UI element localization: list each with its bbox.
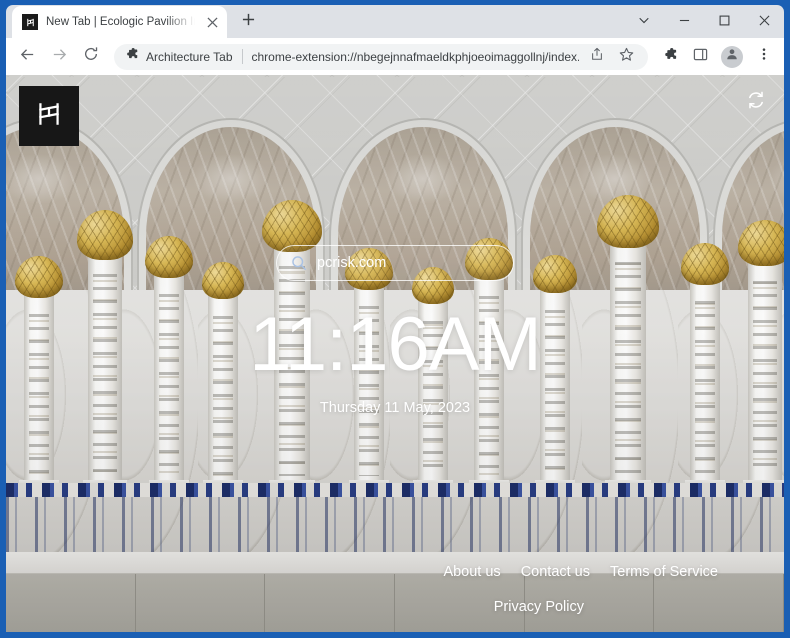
column-gold-capital [681, 243, 729, 285]
browser-window: New Tab | Ecologic Pavilion In Al... [0, 0, 790, 638]
search-icon [291, 255, 307, 271]
floor-panel [135, 574, 266, 632]
clock-time: 11:16AM [249, 302, 542, 387]
person-avatar-icon [725, 47, 739, 66]
footer-link-about-us[interactable]: About us [443, 564, 500, 580]
footer-link-privacy-policy[interactable]: Privacy Policy [494, 599, 584, 615]
background-mosaic-band [6, 483, 784, 497]
column-gold-capital [202, 262, 244, 299]
footer-link-terms-of-service[interactable]: Terms of Service [610, 564, 718, 580]
floor-panel [654, 574, 784, 632]
browser-toolbar: Architecture Tab chrome-extension://nbeg… [6, 38, 784, 75]
maximize-button[interactable] [704, 6, 744, 38]
plus-icon [242, 13, 255, 31]
share-button[interactable] [586, 46, 608, 68]
maximize-icon [719, 13, 730, 31]
column-gold-capital [597, 195, 659, 248]
tab-search-button[interactable] [624, 6, 664, 38]
three-dots-vertical-icon [757, 47, 771, 66]
bookmark-button[interactable] [615, 46, 637, 68]
back-button[interactable] [12, 42, 42, 72]
column-gold-capital [533, 255, 577, 293]
refresh-icon [746, 90, 766, 115]
arrow-left-icon [19, 46, 36, 68]
minimize-icon [679, 13, 690, 31]
arrow-right-icon [51, 46, 68, 68]
column-gold-capital [77, 210, 133, 260]
url-text: chrome-extension://nbegejnnafmaeldkphjoe… [251, 49, 580, 64]
close-window-button[interactable] [744, 6, 784, 38]
minimize-button[interactable] [664, 6, 704, 38]
architecture-tab-logo[interactable] [19, 86, 79, 146]
extension-chip[interactable]: Architecture Tab [125, 47, 233, 66]
footer-link-contact-us[interactable]: Contact us [521, 564, 590, 580]
column-gold-capital [145, 236, 193, 278]
floor-panel [6, 574, 136, 632]
search-input-value[interactable]: pcrisk.com [317, 255, 386, 271]
reload-icon [83, 46, 99, 67]
background-floor-inlay [6, 497, 784, 554]
close-icon [759, 13, 770, 31]
chevron-down-icon [638, 13, 650, 31]
reload-button[interactable] [76, 42, 106, 72]
new-tab-page: pcrisk.com 11:16AM Thursday 11 May, 2023… [6, 75, 784, 632]
tab-title: New Tab | Ecologic Pavilion In Al... [46, 16, 195, 28]
puzzle-piece-icon [663, 47, 678, 67]
architecture-tab-logo-icon [34, 99, 64, 134]
extensions-button[interactable] [656, 42, 684, 72]
omnibox-divider [241, 49, 243, 64]
background-floor-panels [6, 574, 784, 632]
address-bar[interactable]: Architecture Tab chrome-extension://nbeg… [114, 43, 648, 70]
puzzle-piece-icon [125, 47, 139, 66]
column-gold-capital [738, 220, 784, 266]
browser-tab[interactable]: New Tab | Ecologic Pavilion In Al... [12, 6, 227, 38]
forward-button[interactable] [44, 42, 74, 72]
refresh-background-button[interactable] [742, 88, 770, 116]
tab-close-icon[interactable] [203, 13, 221, 31]
clock-date: Thursday 11 May, 2023 [319, 400, 471, 416]
share-icon [590, 47, 604, 66]
star-icon [619, 47, 634, 67]
extension-name: Architecture Tab [146, 49, 233, 64]
column-gold-capital [15, 256, 63, 298]
side-panel-button[interactable] [686, 42, 714, 72]
chrome-menu-button[interactable] [750, 42, 778, 72]
floor-panel [265, 574, 396, 632]
side-panel-icon [693, 47, 708, 67]
architecture-tab-logo-icon [22, 14, 38, 30]
footer-links: About us Contact us Terms of Service [443, 564, 718, 580]
profile-button[interactable] [721, 45, 743, 68]
window-controls [624, 5, 784, 38]
tab-strip: New Tab | Ecologic Pavilion In Al... [6, 5, 784, 38]
search-box[interactable]: pcrisk.com [276, 245, 514, 281]
footer-links-second-row: Privacy Policy [494, 598, 584, 616]
new-tab-button[interactable] [234, 8, 262, 36]
